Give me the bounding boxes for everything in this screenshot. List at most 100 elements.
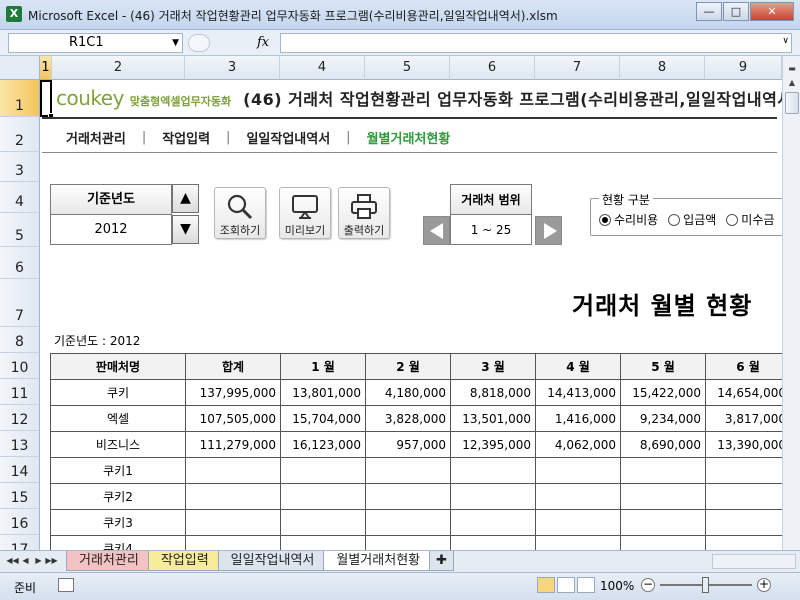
column-header[interactable]: 3 bbox=[185, 56, 280, 80]
total-cell[interactable]: 107,505,000 bbox=[185, 405, 281, 432]
month-value-cell[interactable]: 13,501,000 bbox=[450, 405, 536, 432]
page-break-view-icon[interactable] bbox=[577, 577, 595, 593]
total-cell[interactable] bbox=[185, 483, 281, 510]
formula-bar-splitter[interactable] bbox=[188, 34, 210, 52]
month-value-cell[interactable]: 9,234,000 bbox=[620, 405, 706, 432]
month-value-cell[interactable]: 3,828,000 bbox=[365, 405, 451, 432]
column-header[interactable]: 5 bbox=[365, 56, 450, 80]
last-sheet-icon[interactable]: ▶▶ bbox=[45, 554, 58, 568]
nav-monthly-customer-status[interactable]: 월별거래처현황 bbox=[367, 128, 451, 147]
minimize-button[interactable]: — bbox=[696, 2, 722, 21]
row-header[interactable]: 4 bbox=[0, 182, 40, 213]
base-year-value[interactable]: 2012 bbox=[51, 215, 171, 245]
column-header[interactable]: 6 bbox=[450, 56, 535, 80]
customer-name-cell[interactable]: 엑셀 bbox=[50, 405, 186, 432]
month-value-cell[interactable] bbox=[535, 535, 621, 550]
active-cell[interactable] bbox=[40, 80, 54, 119]
nav-daily-work-report[interactable]: 일일작업내역서 bbox=[246, 128, 330, 147]
month-value-cell[interactable] bbox=[280, 509, 366, 536]
month-value-cell[interactable]: 957,000 bbox=[365, 431, 451, 458]
year-down-button[interactable]: ▼ bbox=[172, 215, 199, 244]
total-cell[interactable]: 111,279,000 bbox=[185, 431, 281, 458]
month-value-cell[interactable] bbox=[280, 457, 366, 484]
month-value-cell[interactable] bbox=[535, 457, 621, 484]
month-value-cell[interactable]: 12,395,000 bbox=[450, 431, 536, 458]
total-cell[interactable] bbox=[185, 509, 281, 536]
worksheet-grid[interactable]: 1 2 3 4 5 6 7 8 9 1 2 3 4 5 6 7 8 10 11 … bbox=[0, 56, 800, 550]
year-up-button[interactable]: ▲ bbox=[172, 184, 199, 213]
month-value-cell[interactable]: 14,654,000 bbox=[705, 379, 791, 406]
month-value-cell[interactable] bbox=[620, 483, 706, 510]
range-prev-button[interactable] bbox=[423, 216, 450, 245]
total-cell[interactable] bbox=[185, 457, 281, 484]
row-header[interactable]: 10 bbox=[0, 353, 40, 379]
formula-input[interactable]: ∨ bbox=[280, 33, 792, 53]
customer-name-cell[interactable]: 쿠키 bbox=[50, 379, 186, 406]
prev-sheet-icon[interactable]: ◀ bbox=[19, 554, 32, 568]
row-header[interactable]: 16 bbox=[0, 509, 40, 535]
row-header[interactable]: 7 bbox=[0, 279, 40, 327]
month-value-cell[interactable]: 3,817,000 bbox=[705, 405, 791, 432]
row-header[interactable]: 11 bbox=[0, 379, 40, 405]
column-header[interactable]: 1 bbox=[40, 56, 52, 80]
month-value-cell[interactable] bbox=[280, 535, 366, 550]
column-header[interactable]: 9 bbox=[705, 56, 782, 80]
tab-daily-work-report[interactable]: 일일작업내역서 bbox=[217, 551, 328, 571]
excel-app-icon[interactable]: X bbox=[6, 6, 22, 22]
zoom-in-button[interactable]: + bbox=[757, 578, 771, 592]
scroll-up-icon[interactable]: ▲ bbox=[785, 76, 799, 90]
row-header[interactable]: 12 bbox=[0, 405, 40, 431]
month-value-cell[interactable]: 15,422,000 bbox=[620, 379, 706, 406]
month-value-cell[interactable]: 4,062,000 bbox=[535, 431, 621, 458]
row-header[interactable]: 15 bbox=[0, 483, 40, 509]
column-header-month[interactable]: 4 월 bbox=[535, 353, 621, 380]
row-header[interactable]: 2 bbox=[0, 117, 40, 152]
customer-name-cell[interactable]: 비즈니스 bbox=[50, 431, 186, 458]
row-header[interactable]: 5 bbox=[0, 213, 40, 247]
month-value-cell[interactable]: 1,416,000 bbox=[535, 405, 621, 432]
month-value-cell[interactable]: 14,413,000 bbox=[535, 379, 621, 406]
select-all-corner[interactable] bbox=[0, 56, 40, 80]
normal-view-icon[interactable] bbox=[537, 577, 555, 593]
month-value-cell[interactable] bbox=[705, 535, 791, 550]
total-cell[interactable] bbox=[185, 535, 281, 550]
month-value-cell[interactable]: 8,690,000 bbox=[620, 431, 706, 458]
tab-monthly-customer-status[interactable]: 월별거래처현황 bbox=[323, 551, 434, 571]
nav-customer-management[interactable]: 거래처관리 bbox=[66, 128, 126, 147]
column-header[interactable]: 2 bbox=[52, 56, 185, 80]
month-value-cell[interactable] bbox=[365, 483, 451, 510]
month-value-cell[interactable] bbox=[450, 483, 536, 510]
zoom-level[interactable]: 100% bbox=[600, 579, 634, 593]
month-value-cell[interactable]: 16,123,000 bbox=[280, 431, 366, 458]
row-header[interactable]: 17 bbox=[0, 535, 40, 550]
next-sheet-icon[interactable]: ▶ bbox=[32, 554, 45, 568]
column-header[interactable]: 8 bbox=[620, 56, 705, 80]
scroll-thumb[interactable] bbox=[785, 92, 799, 114]
zoom-out-button[interactable]: − bbox=[641, 578, 655, 592]
month-value-cell[interactable] bbox=[365, 457, 451, 484]
horizontal-scrollbar[interactable] bbox=[712, 554, 796, 569]
customer-name-cell[interactable]: 쿠키2 bbox=[50, 483, 186, 510]
zoom-slider-thumb[interactable] bbox=[702, 577, 709, 593]
tab-work-entry[interactable]: 작업입력 bbox=[147, 551, 222, 571]
preview-button[interactable]: 미리보기 bbox=[279, 187, 331, 239]
row-header[interactable]: 8 bbox=[0, 327, 40, 353]
month-value-cell[interactable] bbox=[450, 535, 536, 550]
month-value-cell[interactable] bbox=[620, 535, 706, 550]
month-value-cell[interactable] bbox=[620, 457, 706, 484]
macro-record-icon[interactable] bbox=[58, 578, 74, 592]
page-layout-view-icon[interactable] bbox=[557, 577, 575, 593]
month-value-cell[interactable] bbox=[705, 483, 791, 510]
range-next-button[interactable] bbox=[535, 216, 562, 245]
column-header-month[interactable]: 2 월 bbox=[365, 353, 451, 380]
month-value-cell[interactable] bbox=[280, 483, 366, 510]
row-header[interactable]: 14 bbox=[0, 457, 40, 483]
tab-customer-management[interactable]: 거래처관리 bbox=[66, 551, 152, 571]
radio-receivable[interactable]: 미수금 bbox=[726, 211, 774, 228]
month-value-cell[interactable] bbox=[705, 457, 791, 484]
print-button[interactable]: 출력하기 bbox=[338, 187, 390, 239]
column-header-month[interactable]: 3 월 bbox=[450, 353, 536, 380]
month-value-cell[interactable]: 13,801,000 bbox=[280, 379, 366, 406]
insert-sheet-button[interactable]: ✚ bbox=[429, 551, 455, 571]
month-value-cell[interactable] bbox=[450, 457, 536, 484]
